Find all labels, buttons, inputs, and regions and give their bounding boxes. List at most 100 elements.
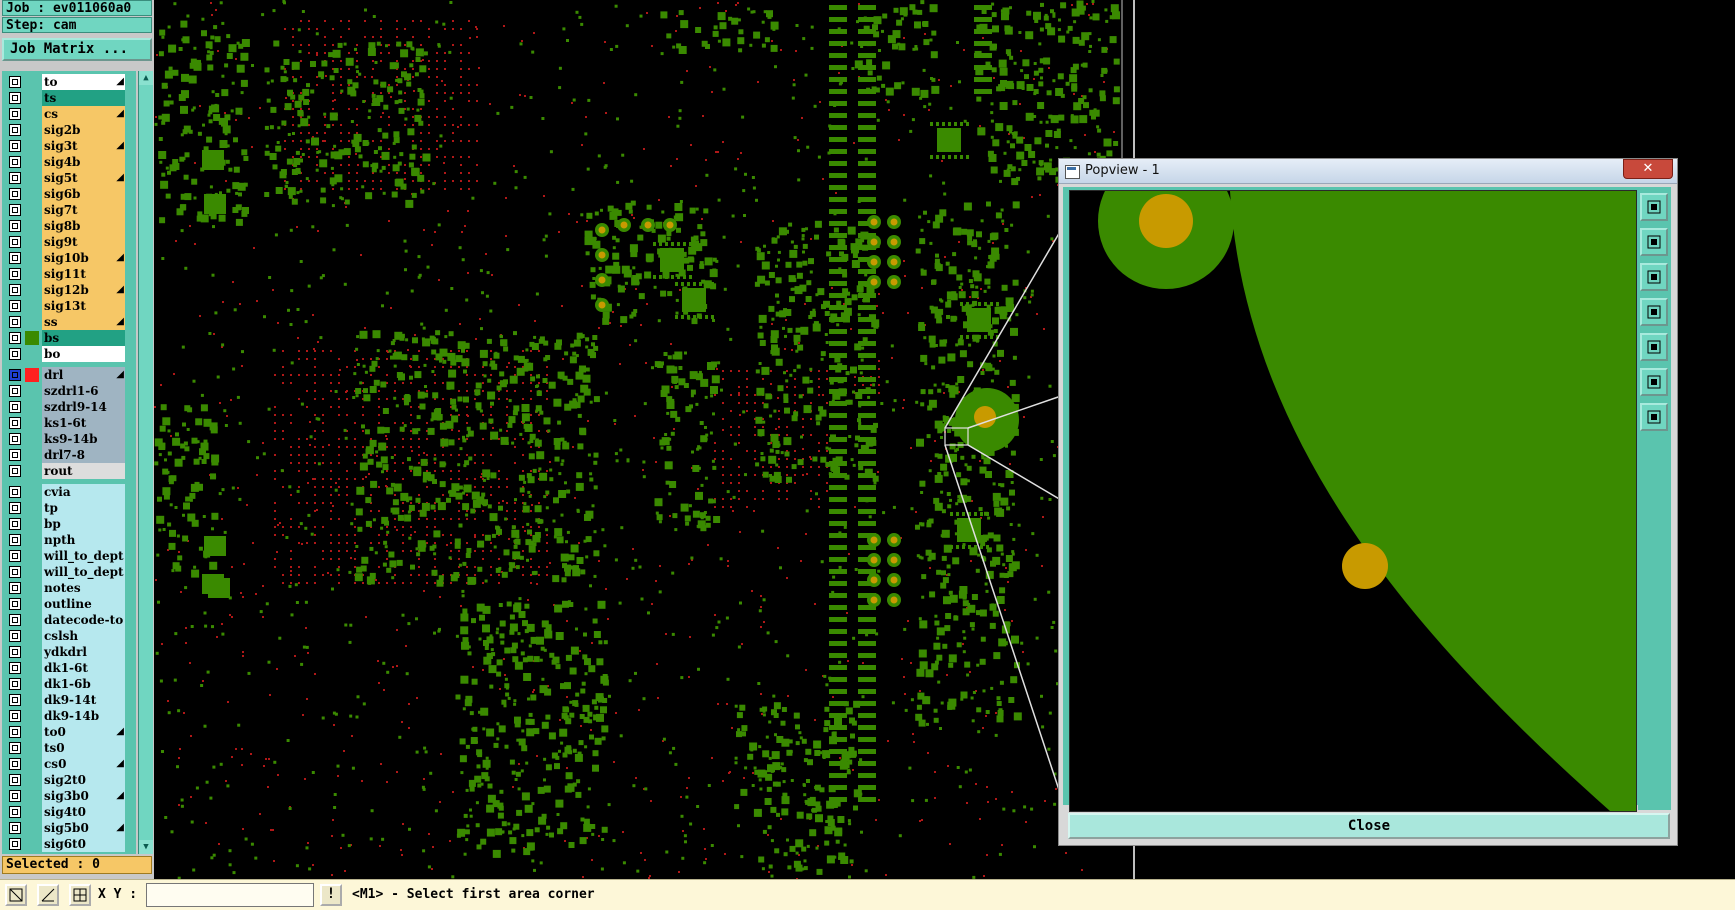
layer-row[interactable]: to0◢ — [2, 724, 136, 740]
layer-row[interactable]: bp — [2, 516, 136, 532]
layer-visibility-checkbox[interactable] — [9, 124, 21, 136]
layer-visibility-checkbox[interactable] — [9, 92, 21, 104]
layer-name[interactable]: to◢ — [42, 74, 125, 90]
layer-row[interactable]: rout — [2, 463, 136, 479]
scroll-down-icon[interactable]: ▼ — [139, 840, 153, 854]
layer-name[interactable]: will_to_dept — [42, 548, 125, 564]
layer-row[interactable]: sig8b — [2, 218, 136, 234]
layer-name[interactable]: sig4b — [42, 154, 125, 170]
layer-row[interactable]: ydkdrl — [2, 644, 136, 660]
layer-row[interactable]: outline — [2, 596, 136, 612]
job-matrix-button[interactable]: Job Matrix ... — [2, 38, 152, 61]
layer-visibility-checkbox[interactable] — [9, 140, 21, 152]
layer-visibility-checkbox[interactable] — [9, 300, 21, 312]
layer-visibility-checkbox[interactable] — [9, 566, 21, 578]
layer-visibility-checkbox[interactable] — [9, 598, 21, 610]
layer-name[interactable]: npth — [42, 532, 125, 548]
layer-row[interactable]: sig3t◢ — [2, 138, 136, 154]
layer-row[interactable]: datecode-to — [2, 612, 136, 628]
layer-visibility-checkbox[interactable] — [9, 433, 21, 445]
layer-name[interactable]: sig13t — [42, 298, 125, 314]
layer-visibility-checkbox[interactable] — [9, 204, 21, 216]
layer-visibility-checkbox[interactable] — [9, 236, 21, 248]
layer-name[interactable]: sig2t0 — [42, 772, 125, 788]
layer-name[interactable]: cvia — [42, 484, 125, 500]
layer-row[interactable]: sig10b◢ — [2, 250, 136, 266]
layer-visibility-checkbox[interactable] — [9, 486, 21, 498]
layer-visibility-checkbox[interactable] — [9, 369, 21, 381]
layer-row[interactable]: to◢ — [2, 74, 136, 90]
layer-row[interactable]: sig5b0◢ — [2, 820, 136, 836]
layer-visibility-checkbox[interactable] — [9, 726, 21, 738]
layer-row[interactable]: ts0 — [2, 740, 136, 756]
layer-visibility-checkbox[interactable] — [9, 838, 21, 850]
layer-row[interactable]: ts — [2, 90, 136, 106]
layer-visibility-checkbox[interactable] — [9, 385, 21, 397]
layer-name[interactable]: sig3t◢ — [42, 138, 125, 154]
layer-row[interactable]: sig9t — [2, 234, 136, 250]
layer-row[interactable]: ks9-14b — [2, 431, 136, 447]
layer-row[interactable]: cslsh — [2, 628, 136, 644]
layer-visibility-checkbox[interactable] — [9, 316, 21, 328]
layer-row[interactable]: sig4b — [2, 154, 136, 170]
layer-name[interactable]: outline — [42, 596, 125, 612]
layer-visibility-checkbox[interactable] — [9, 252, 21, 264]
layer-name[interactable]: cslsh — [42, 628, 125, 644]
layer-name[interactable]: szdrl9-14 — [42, 399, 125, 415]
layer-visibility-checkbox[interactable] — [9, 449, 21, 461]
layer-name[interactable]: notes — [42, 580, 125, 596]
layer-visibility-checkbox[interactable] — [9, 694, 21, 706]
layer-row[interactable]: sig6t0 — [2, 836, 136, 852]
scroll-up-icon[interactable]: ▲ — [139, 71, 153, 85]
layer-name[interactable]: sig5b0◢ — [42, 820, 125, 836]
layer-visibility-checkbox[interactable] — [9, 678, 21, 690]
layer-name[interactable]: ks9-14b — [42, 431, 125, 447]
layer-name[interactable]: bo — [42, 346, 125, 362]
layer-visibility-checkbox[interactable] — [9, 76, 21, 88]
layer-visibility-checkbox[interactable] — [9, 220, 21, 232]
layer-visibility-checkbox[interactable] — [9, 550, 21, 562]
layer-visibility-checkbox[interactable] — [9, 518, 21, 530]
layer-visibility-checkbox[interactable] — [9, 108, 21, 120]
layer-row[interactable]: sig13t — [2, 298, 136, 314]
layer-visibility-checkbox[interactable] — [9, 348, 21, 360]
layer-row[interactable]: cs◢ — [2, 106, 136, 122]
layer-name[interactable]: szdrl1-6 — [42, 383, 125, 399]
graphics-canvas[interactable] — [154, 0, 1138, 879]
layer-color-swatch[interactable] — [25, 331, 39, 345]
layer-name[interactable]: rout — [42, 463, 125, 479]
layer-row[interactable]: sig5t◢ — [2, 170, 136, 186]
layer-visibility-checkbox[interactable] — [9, 268, 21, 280]
layer-name[interactable]: sig4t0 — [42, 804, 125, 820]
layer-row[interactable]: szdrl9-14 — [2, 399, 136, 415]
layer-visibility-checkbox[interactable] — [9, 806, 21, 818]
layer-color-swatch[interactable] — [25, 368, 39, 382]
layer-row[interactable]: bo — [2, 346, 136, 362]
layer-visibility-checkbox[interactable] — [9, 188, 21, 200]
layer-name[interactable]: cs0◢ — [42, 756, 125, 772]
layer-row[interactable]: ks1-6t — [2, 415, 136, 431]
layer-name[interactable]: sig7t — [42, 202, 125, 218]
layer-row[interactable]: sig2t0 — [2, 772, 136, 788]
layer-row[interactable]: will_to_dept — [2, 548, 136, 564]
layer-visibility-checkbox[interactable] — [9, 646, 21, 658]
layer-visibility-checkbox[interactable] — [9, 758, 21, 770]
layer-row[interactable]: will_to_dept — [2, 564, 136, 580]
layer-name[interactable]: dk9-14b — [42, 708, 125, 724]
layer-name[interactable]: sig6t0 — [42, 836, 125, 852]
layer-name[interactable]: sig5t◢ — [42, 170, 125, 186]
layer-row[interactable]: dk9-14t — [2, 692, 136, 708]
layer-row[interactable]: dk9-14b — [2, 708, 136, 724]
layer-name[interactable]: bp — [42, 516, 125, 532]
layer-name[interactable]: to0◢ — [42, 724, 125, 740]
layer-name[interactable]: sig2b — [42, 122, 125, 138]
layer-visibility-checkbox[interactable] — [9, 662, 21, 674]
layer-visibility-checkbox[interactable] — [9, 790, 21, 802]
layer-row[interactable]: sig3b0◢ — [2, 788, 136, 804]
layer-visibility-checkbox[interactable] — [9, 630, 21, 642]
layer-row[interactable]: dk1-6t — [2, 660, 136, 676]
layer-name[interactable]: ss◢ — [42, 314, 125, 330]
layer-visibility-checkbox[interactable] — [9, 284, 21, 296]
layer-row[interactable]: npth — [2, 532, 136, 548]
layer-row[interactable]: cvia — [2, 484, 136, 500]
